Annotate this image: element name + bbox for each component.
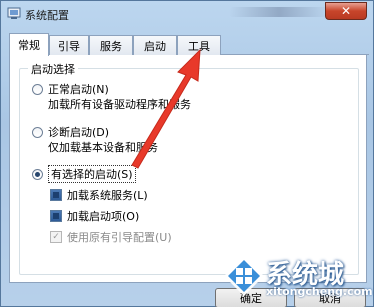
checkbox-icon: [50, 210, 62, 222]
diagnostic-startup-description: 仅加载基本设备和服务: [48, 141, 158, 154]
title-blur-region: [229, 7, 329, 17]
close-icon: ✕: [340, 4, 352, 18]
window-title: 系统配置: [25, 9, 69, 22]
load-startup-items-checkbox[interactable]: 加载启动项(O): [50, 208, 139, 224]
watermark: 系统城 xitongcheng.com: [222, 252, 373, 302]
selective-startup-label: 有选择的启动(S): [48, 165, 136, 183]
checkbox-disabled-icon: ✓: [50, 231, 62, 243]
tab-startup[interactable]: 启动: [133, 35, 177, 55]
radio-icon: [32, 126, 43, 138]
use-original-boot-config-label: 使用原有引导配置(U): [67, 231, 172, 244]
load-system-services-checkbox[interactable]: 加载系统服务(L): [50, 187, 148, 203]
radio-checked-icon: [32, 168, 43, 180]
tab-boot[interactable]: 引导: [49, 35, 89, 55]
normal-startup-label: 正常启动(N): [48, 83, 109, 96]
tab-services[interactable]: 服务: [89, 35, 133, 55]
title-bar[interactable]: 系统配置 ✕: [1, 1, 373, 27]
tab-general[interactable]: 常规: [9, 33, 49, 56]
general-tab-panel: 启动选择 正常启动(N) 加载所有设备驱动程序和服务 诊断启动(D) 仅加载基本…: [9, 55, 367, 283]
system-config-icon: [7, 7, 21, 19]
selective-startup-radio[interactable]: 有选择的启动(S): [32, 165, 136, 183]
watermark-url: xitongcheng.com: [266, 285, 373, 298]
tab-tools[interactable]: 工具: [177, 35, 221, 55]
load-system-services-label: 加载系统服务(L): [67, 189, 148, 202]
windows-logo-icon: [224, 256, 264, 296]
normal-startup-description: 加载所有设备驱动程序和服务: [48, 98, 191, 111]
group-title: 启动选择: [28, 61, 78, 77]
diagnostic-startup-label: 诊断启动(D): [48, 126, 110, 139]
tab-strip: 常规 引导 服务 启动 工具: [9, 33, 369, 56]
load-startup-items-label: 加载启动项(O): [67, 210, 140, 223]
diagnostic-startup-radio[interactable]: 诊断启动(D): [32, 124, 109, 140]
close-button[interactable]: ✕: [325, 2, 367, 20]
radio-icon: [32, 83, 43, 95]
checkbox-icon: [50, 189, 62, 201]
startup-selection-group: 启动选择 正常启动(N) 加载所有设备驱动程序和服务 诊断启动(D) 仅加载基本…: [19, 61, 359, 275]
normal-startup-radio[interactable]: 正常启动(N): [32, 81, 109, 97]
use-original-boot-config-checkbox: ✓ 使用原有引导配置(U): [50, 229, 172, 245]
